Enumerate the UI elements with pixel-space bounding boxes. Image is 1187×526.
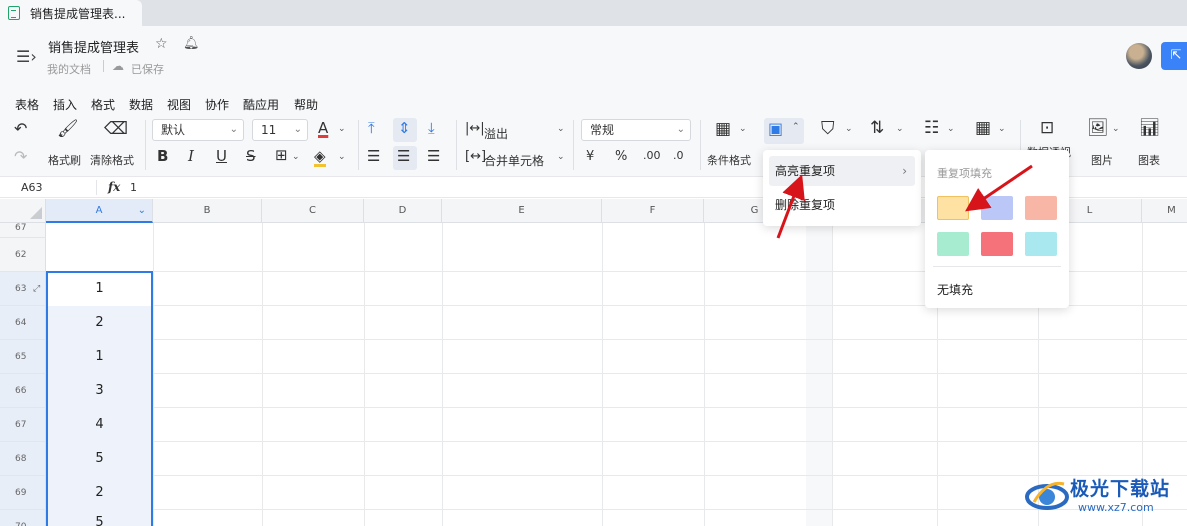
red-arrow (965, 164, 1033, 212)
red-arrow (776, 174, 805, 239)
watermark: 极光下载站 www.xz7.com (1018, 468, 1187, 526)
watermark-text: 极光下载站 (1070, 478, 1171, 500)
annotation-arrows (776, 164, 1033, 239)
app-window: 销售提成管理表... ☰› 销售提成管理表 ☆ 🔔︎ 我的文档 ☁ 已保存 ⇱ … (0, 0, 1187, 526)
watermark-logo-icon (1025, 481, 1069, 510)
watermark-url: www.xz7.com (1078, 501, 1154, 514)
